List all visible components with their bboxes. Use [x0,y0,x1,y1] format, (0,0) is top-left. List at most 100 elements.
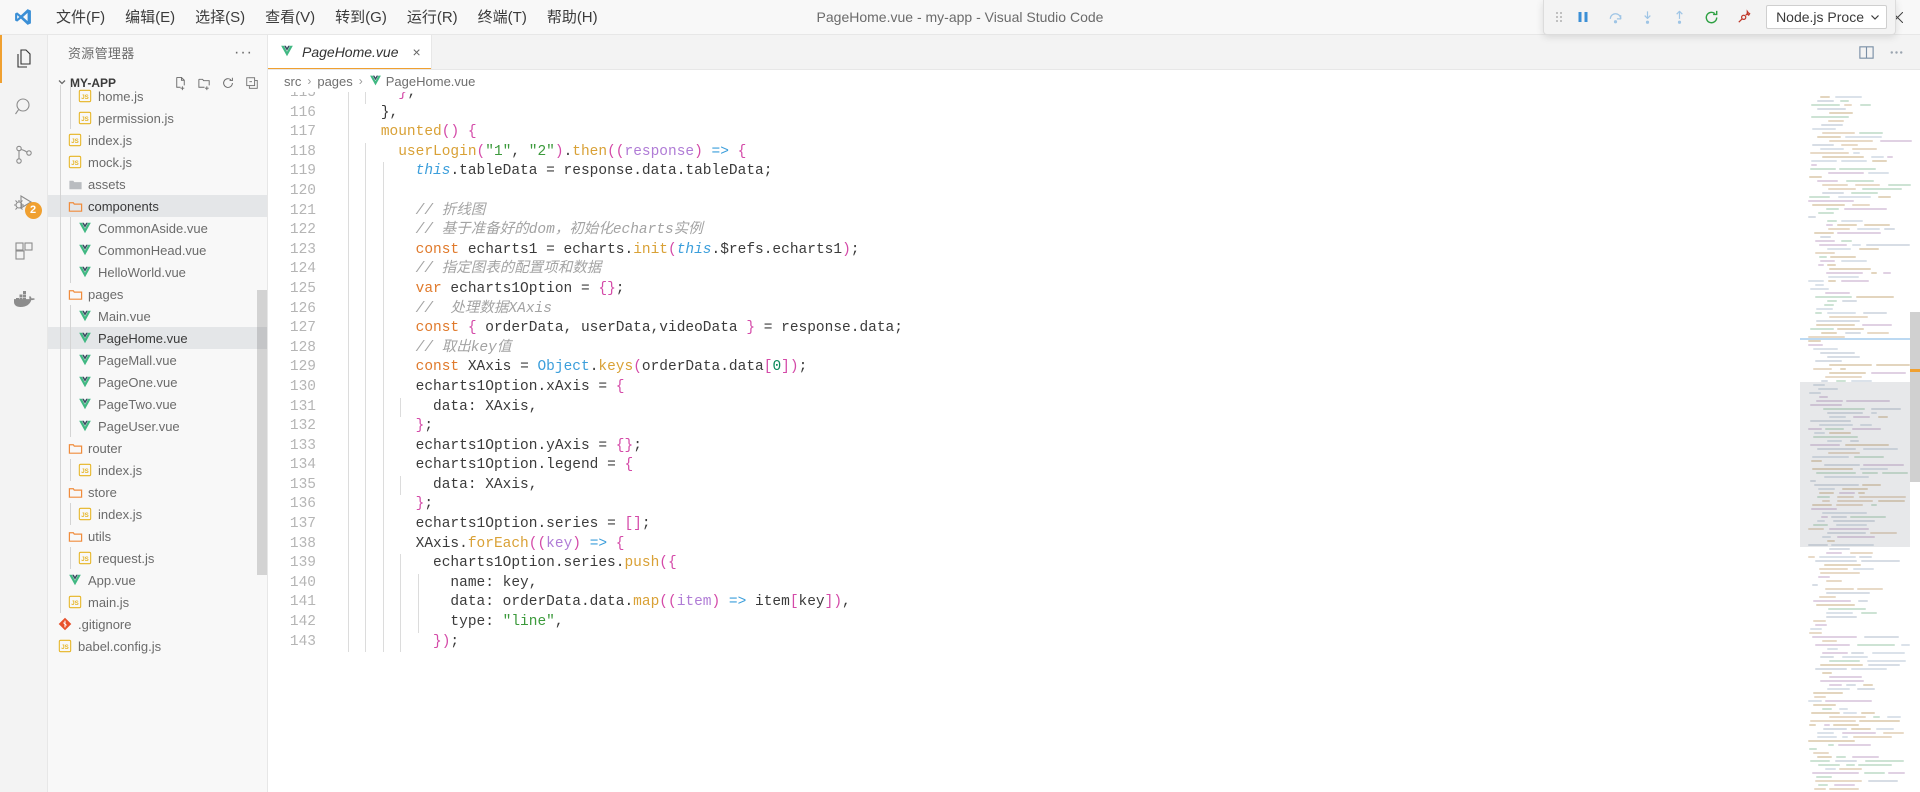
glyph-margin[interactable] [332,92,346,792]
tree-folder-pages[interactable]: pages [48,283,267,305]
line-number: 116 [289,104,316,121]
sidebar-scrollbar[interactable] [257,290,267,575]
tree-file-request-js[interactable]: JS request.js [48,547,267,569]
tree-file-permission-js[interactable]: JS permission.js [48,107,267,129]
explorer-more-icon[interactable]: ··· [226,44,261,62]
pause-button[interactable] [1568,2,1598,32]
tree-file-HelloWorld-vue[interactable]: HelloWorld.vue [48,261,267,283]
tree-file-CommonHead-vue[interactable]: CommonHead.vue [48,239,267,261]
code-line[interactable]: name: key, [346,573,1800,594]
code-line[interactable]: mounted() { [346,123,1800,143]
code-line[interactable]: }); [346,632,1800,653]
code-line[interactable]: type: "line", [346,613,1800,633]
step-into-button[interactable] [1632,2,1662,32]
minimap[interactable] [1800,92,1920,792]
minimap-line [1809,748,1817,750]
file-tree[interactable]: JS home.js JS permission.js JS index.js JS mock… [48,85,267,792]
menu-run[interactable]: 运行(R) [397,0,468,35]
step-over-button[interactable] [1600,2,1630,32]
code-line[interactable]: echarts1Option.xAxis = { [346,377,1800,398]
tree-file-index-js[interactable]: JS index.js [48,503,267,525]
menu-terminal[interactable]: 终端(T) [468,0,537,35]
code-line[interactable]: }, [346,103,1800,124]
tree-file-babel-config-js[interactable]: JS babel.config.js [48,635,267,657]
activity-run-and-debug[interactable]: 2 [0,179,48,227]
code-line[interactable]: const echarts1 = echarts.init(this.$refs… [346,240,1800,261]
tree-file-PageMall-vue[interactable]: PageMall.vue [48,349,267,371]
menu-selection[interactable]: 选择(S) [185,0,255,35]
menu-file[interactable]: 文件(F) [46,0,115,35]
activity-docker[interactable] [0,275,48,323]
code-line[interactable]: const { orderData, userData,videoData } … [346,319,1800,339]
tree-file-Main-vue[interactable]: Main.vue [48,305,267,327]
minimap-line [1822,672,1832,674]
tree-file-main-js[interactable]: JS main.js [48,591,267,613]
code-line[interactable]: echarts1Option.series = []; [346,515,1800,535]
menu-go[interactable]: 转到(G) [325,0,397,35]
breadcrumb-pages[interactable]: pages [317,74,352,89]
disconnect-button[interactable] [1728,2,1758,32]
tree-file-PageOne-vue[interactable]: PageOne.vue [48,371,267,393]
breadcrumb-src[interactable]: src [284,74,301,89]
code-line[interactable]: data: orderData.data.map((item) => item[… [346,593,1800,614]
line-number: 140 [289,574,316,591]
tree-file-mock-js[interactable]: JS mock.js [48,151,267,173]
restart-button[interactable] [1696,2,1726,32]
tree-file-PageUser-vue[interactable]: PageUser.vue [48,415,267,437]
code-line[interactable]: echarts1Option.series.push({ [346,554,1800,574]
code-line[interactable]: }; [346,417,1800,437]
debug-toolbar[interactable]: Node.js Proce [1543,0,1896,35]
more-actions-icon[interactable] [1882,38,1910,66]
menu-view[interactable]: 查看(V) [255,0,325,35]
code-line[interactable]: data: XAxis, [346,475,1800,496]
code-line[interactable]: // 处理数据XAxis [346,299,1800,320]
tab-pagehome-vue[interactable]: PageHome.vue × [268,35,432,69]
code-line[interactable]: const XAxis = Object.keys(orderData.data… [346,358,1800,378]
tree-file-PageTwo-vue[interactable]: PageTwo.vue [48,393,267,415]
minimap-slider[interactable] [1800,382,1910,547]
code-line[interactable]: data: XAxis, [346,397,1800,418]
menu-help[interactable]: 帮助(H) [537,0,608,35]
code-line[interactable]: XAxis.forEach((key) => { [346,534,1800,555]
activity-source-control[interactable] [0,131,48,179]
code-line[interactable]: var echarts1Option = {}; [346,279,1800,300]
tree-file-PageHome-vue[interactable]: PageHome.vue [48,327,267,349]
step-out-button[interactable] [1664,2,1694,32]
tree-file-App-vue[interactable]: App.vue [48,569,267,591]
tree-folder-utils[interactable]: utils [48,525,267,547]
code-content[interactable]: }; }, mounted() { userLogin("1", "2").th… [346,92,1800,792]
breadcrumb-file[interactable]: PageHome.vue [369,74,475,89]
activity-explorer[interactable] [0,35,48,83]
code-line[interactable]: echarts1Option.yAxis = {}; [346,436,1800,457]
code-line[interactable]: echarts1Option.legend = { [346,456,1800,476]
code-line[interactable]: }; [346,92,1800,104]
tree-folder-router[interactable]: router [48,437,267,459]
drag-handle-icon[interactable] [1552,8,1566,26]
code-line[interactable]: // 指定图表的配置项和数据 [346,260,1800,280]
menu-edit[interactable]: 编辑(E) [115,0,185,35]
code-line[interactable]: // 折线图 [346,201,1800,222]
tree-file--gitignore[interactable]: .gitignore [48,613,267,635]
debug-session-select[interactable]: Node.js Proce [1766,5,1887,29]
minimap-line [1873,716,1880,718]
close-icon[interactable]: × [413,44,421,60]
split-editor-icon[interactable] [1852,38,1880,66]
code-line[interactable]: userLogin("1", "2").then((response) => { [346,142,1800,163]
code-line[interactable] [346,181,1800,202]
code-editor[interactable]: 115 116 117 118 119 120 121 122 123 124 125 126 127 1… [268,92,1920,792]
editor-scrollbar[interactable] [1910,312,1920,482]
tree-file-index-js[interactable]: JS index.js [48,129,267,151]
tree-file-CommonAside-vue[interactable]: CommonAside.vue [48,217,267,239]
code-line[interactable]: // 取出key值 [346,338,1800,359]
activity-search[interactable] [0,83,48,131]
tree-folder-assets[interactable]: assets [48,173,267,195]
tree-indent [48,283,66,305]
code-line[interactable]: this.tableData = response.data.tableData… [346,162,1800,182]
tree-file-index-js[interactable]: JS index.js [48,459,267,481]
tree-file-home-js[interactable]: JS home.js [48,85,267,107]
code-line[interactable]: }; [346,495,1800,516]
tree-folder-components[interactable]: components [48,195,267,217]
tree-folder-store[interactable]: store [48,481,267,503]
activity-extensions[interactable] [0,227,48,275]
code-line[interactable]: // 基于准备好的dom，初始化echarts实例 [346,221,1800,241]
